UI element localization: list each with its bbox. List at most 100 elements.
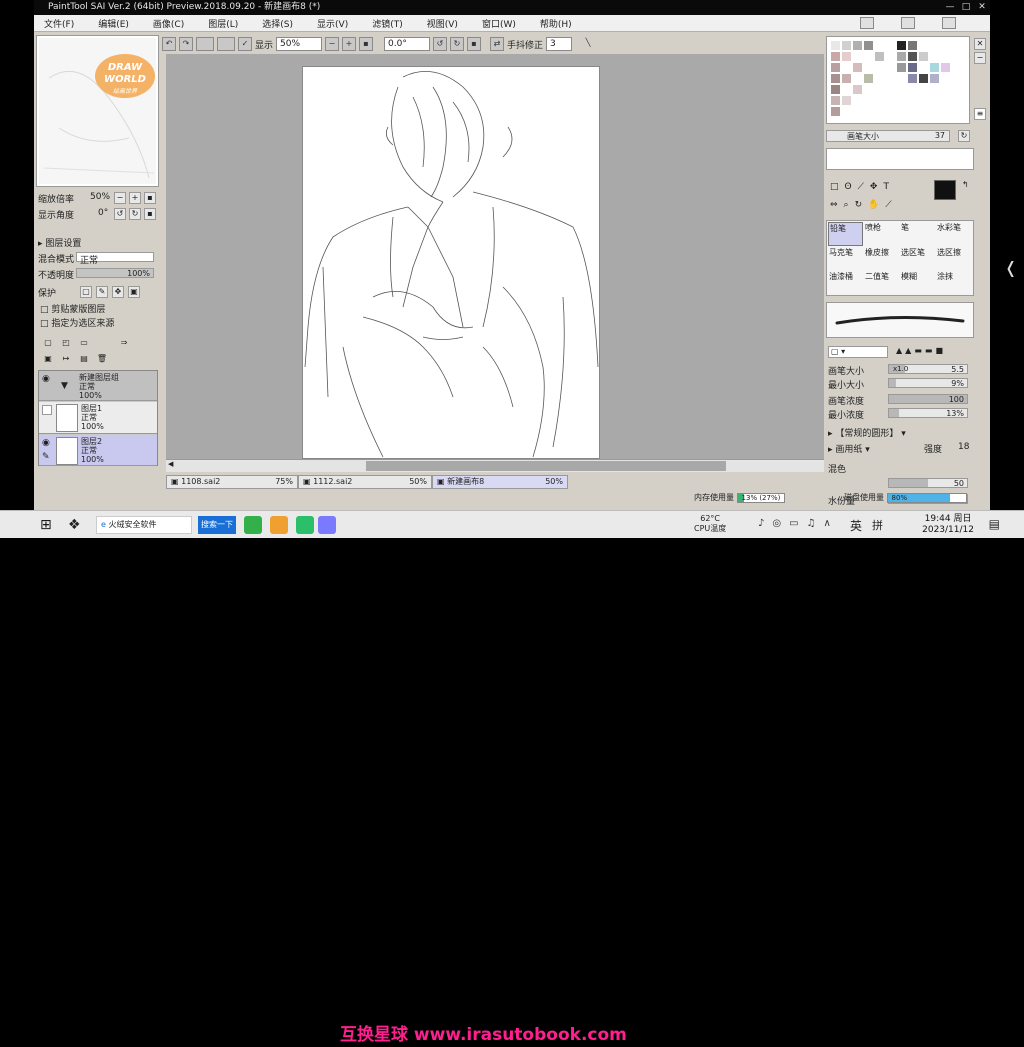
zoom-out-icon[interactable]: − bbox=[325, 37, 340, 51]
new-layer-icon[interactable]: ▢ bbox=[42, 338, 54, 350]
swatch[interactable] bbox=[897, 41, 906, 50]
texture-row[interactable]: ▸ 【常规的圆形】 ▾ bbox=[828, 426, 906, 439]
swatch[interactable] bbox=[831, 63, 840, 72]
folder-collapse-icon[interactable]: ▼ bbox=[61, 381, 68, 391]
pen-lock-icon[interactable]: ✎ bbox=[42, 452, 50, 462]
brush-tip-icon[interactable]: ▬ bbox=[925, 346, 933, 355]
visibility-eye-icon[interactable]: ◉ bbox=[42, 374, 50, 384]
visibility-toggle[interactable] bbox=[42, 405, 52, 415]
brush-tip-icon[interactable]: ▬ bbox=[914, 346, 922, 355]
magic-wand-icon[interactable]: ⟋ bbox=[858, 182, 864, 192]
clear-layer-icon[interactable]: ▤ bbox=[78, 354, 90, 366]
nav-zoom-reset-icon[interactable]: ▪ bbox=[144, 192, 156, 204]
hscroll-thumb[interactable] bbox=[366, 461, 726, 471]
delete-layer-icon[interactable]: 🗑 bbox=[96, 354, 108, 366]
taskbar-item-huorong[interactable]: e 火绒安全软件 bbox=[96, 516, 192, 534]
opacity-slider[interactable]: 100% bbox=[76, 268, 154, 278]
nav-rotate-reset-icon[interactable]: ▪ bbox=[144, 208, 156, 220]
pen-pressure-icon[interactable]: ╲ bbox=[581, 37, 595, 51]
swatch[interactable] bbox=[875, 52, 884, 61]
doc-close-button[interactable] bbox=[942, 17, 956, 29]
file-tab-3-active[interactable]: ▣ 新建画布8 50% bbox=[432, 475, 568, 489]
brush-tip-icon[interactable]: ▲ bbox=[905, 346, 911, 355]
swatch[interactable] bbox=[941, 63, 950, 72]
taskbar-search-item[interactable]: 搜索一下 bbox=[198, 516, 236, 534]
swatch[interactable] bbox=[930, 74, 939, 83]
foreground-color[interactable] bbox=[934, 180, 956, 200]
swatch[interactable] bbox=[831, 107, 840, 116]
swatch[interactable] bbox=[842, 74, 851, 83]
drawing-canvas[interactable] bbox=[302, 66, 600, 459]
swatch[interactable] bbox=[897, 52, 906, 61]
min-size-slider[interactable]: 9% bbox=[888, 378, 968, 388]
swatch[interactable] bbox=[908, 41, 917, 50]
brush-watercolor[interactable]: 水彩笔 bbox=[936, 222, 971, 246]
color-swatch-panel[interactable] bbox=[826, 36, 970, 124]
swatch[interactable] bbox=[897, 63, 906, 72]
nav-rotate-left-icon[interactable]: ↺ bbox=[114, 208, 126, 220]
brush-shape-select[interactable]: ▢ ▾ bbox=[828, 346, 888, 358]
brush-marker[interactable]: 马克笔 bbox=[828, 247, 863, 271]
swatch[interactable] bbox=[908, 52, 917, 61]
close-button[interactable]: ✕ bbox=[974, 0, 990, 15]
brush-eraser[interactable]: 橡皮擦 bbox=[864, 247, 899, 271]
brush-blur[interactable]: 模糊 bbox=[900, 271, 935, 295]
new-linework-layer-icon[interactable]: ◰ bbox=[60, 338, 72, 350]
menu-filter[interactable]: 滤镜(T) bbox=[372, 17, 403, 30]
menu-display[interactable]: 显示(V) bbox=[317, 17, 348, 30]
lasso-icon[interactable]: ʘ bbox=[845, 182, 852, 192]
menu-canvas[interactable]: 画像(C) bbox=[153, 17, 184, 30]
show-selection-checkbox[interactable]: ✓ bbox=[238, 37, 252, 51]
navigator-panel[interactable]: DRAW WORLD 绘画世界 bbox=[36, 35, 159, 187]
blend-slider[interactable]: 50 bbox=[888, 478, 968, 488]
brush-pencil[interactable]: 铅笔 bbox=[828, 222, 863, 246]
eyedropper-icon[interactable]: ⟋ bbox=[885, 200, 891, 210]
stabilizer-select[interactable]: 3 bbox=[546, 37, 573, 51]
menu-edit[interactable]: 编辑(E) bbox=[98, 17, 129, 30]
swatch[interactable] bbox=[831, 41, 840, 50]
taskbar-clock[interactable]: 19:44 周日 2023/11/12 bbox=[922, 514, 974, 536]
density-slider[interactable]: 100 bbox=[888, 394, 968, 404]
protect-all-icon[interactable]: ▣ bbox=[128, 286, 140, 298]
navigator-thumbnail[interactable]: DRAW WORLD 绘画世界 bbox=[39, 38, 156, 184]
redo-icon[interactable]: ↷ bbox=[179, 37, 193, 51]
wechat-icon[interactable] bbox=[296, 516, 314, 534]
brush-bucket[interactable]: 油漆桶 bbox=[828, 271, 863, 295]
layer-transfer-icon[interactable]: ⇒ bbox=[118, 338, 130, 350]
notification-icon[interactable]: ▤ bbox=[989, 517, 1000, 531]
swatch[interactable] bbox=[908, 63, 917, 72]
zoom-tool-icon[interactable]: ⌕ bbox=[844, 200, 849, 210]
move-icon[interactable]: ✥ bbox=[870, 182, 878, 192]
brush-binary[interactable]: 二值笔 bbox=[864, 271, 899, 295]
brush-select-pen[interactable]: 选区笔 bbox=[900, 247, 935, 271]
doc-minimize-button[interactable] bbox=[860, 17, 874, 29]
clip-mask-checkbox[interactable]: □ 剪贴蒙版图层 bbox=[40, 302, 105, 315]
minimize-button[interactable]: — bbox=[942, 0, 958, 15]
scroll-left-icon[interactable]: ◀ bbox=[168, 460, 173, 468]
swatch[interactable] bbox=[853, 41, 862, 50]
swatch[interactable] bbox=[842, 96, 851, 105]
brush-airbrush[interactable]: 喷枪 bbox=[864, 222, 899, 246]
swatch[interactable] bbox=[842, 41, 851, 50]
transform-icon[interactable]: ⇔ bbox=[830, 200, 838, 210]
app-icon-orange[interactable] bbox=[270, 516, 288, 534]
swatch[interactable] bbox=[864, 74, 873, 83]
select-source-checkbox[interactable]: □ 指定为选区来源 bbox=[40, 316, 114, 329]
swatch[interactable] bbox=[831, 52, 840, 61]
swatch[interactable] bbox=[853, 85, 862, 94]
blend-mode-select[interactable]: 正常 bbox=[76, 252, 154, 266]
color-preview-field[interactable] bbox=[826, 148, 974, 170]
hand-icon[interactable]: ✋ bbox=[868, 200, 879, 210]
brush-select-eraser[interactable]: 选区擦 bbox=[936, 247, 971, 271]
ime-indicator[interactable]: 英 bbox=[850, 517, 862, 534]
swatch[interactable] bbox=[908, 74, 917, 83]
swatch[interactable] bbox=[831, 74, 840, 83]
paper-row[interactable]: ▸ 画用纸 ▾ bbox=[828, 442, 870, 455]
menu-select[interactable]: 选择(S) bbox=[262, 17, 293, 30]
rotate-left-icon[interactable]: ↺ bbox=[433, 37, 448, 51]
visibility-eye-icon[interactable]: ◉ bbox=[42, 438, 50, 448]
min-density-slider[interactable]: 13% bbox=[888, 408, 968, 418]
side-chevron-icon[interactable]: ❬ bbox=[1004, 258, 1017, 277]
maximize-button[interactable]: □ bbox=[958, 0, 974, 15]
ime-mode-icon[interactable]: 拼 bbox=[872, 517, 883, 533]
